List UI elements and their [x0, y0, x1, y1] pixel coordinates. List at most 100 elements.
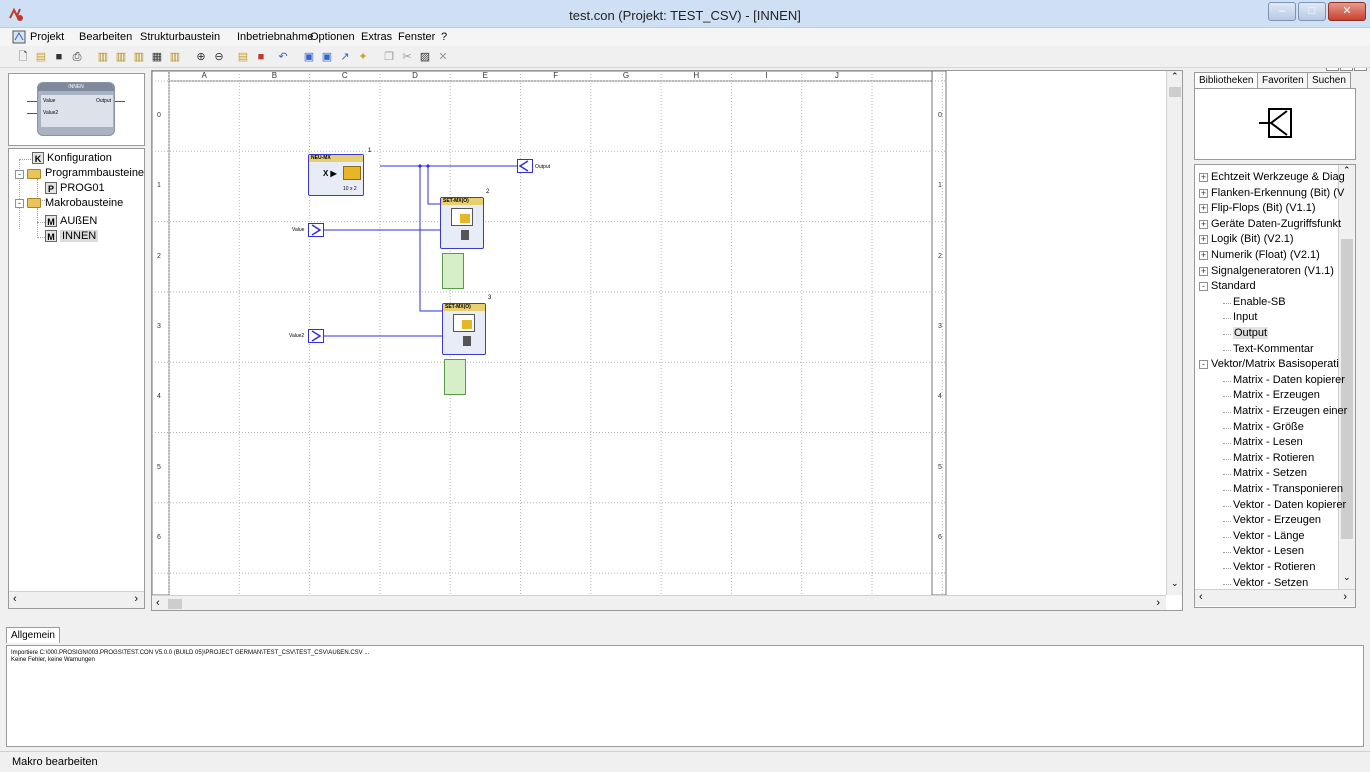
library-item[interactable]: + Geräte Daten-Zugriffsfunkt — [1199, 218, 1341, 230]
expand-icon[interactable]: + — [1199, 173, 1208, 182]
library-horizontal-scrollbar[interactable]: ‹ › — [1195, 589, 1355, 606]
collapse-programmbausteine-icon[interactable]: - — [15, 170, 24, 179]
open-folder-icon[interactable]: ▤ — [34, 50, 48, 64]
block-tool-2-icon[interactable]: ▥ — [114, 50, 128, 64]
maximize-button[interactable]: □ — [1298, 2, 1326, 21]
function-block-neu-mx[interactable]: NEU-MX X ▶ 10 x 2 — [308, 154, 364, 196]
expand-icon[interactable]: + — [1199, 251, 1208, 260]
library-item[interactable]: + Flanken-Erkennung (Bit) (V — [1199, 187, 1344, 199]
input-value-icon[interactable] — [308, 223, 324, 237]
menu-projekt[interactable]: Projekt — [30, 31, 64, 43]
collapse-icon[interactable]: - — [1199, 360, 1208, 370]
menu-help[interactable]: ? — [441, 31, 447, 43]
scroll-up-icon[interactable]: ⌃ — [1171, 71, 1179, 82]
scroll-down-icon[interactable]: ⌄ — [1171, 578, 1179, 589]
function-block-set-mx-2[interactable]: SET-MX(O) — [442, 303, 486, 355]
connect-2-icon[interactable]: ▣ — [320, 50, 334, 64]
connect-4-icon[interactable]: ✦ — [356, 50, 370, 64]
library-item[interactable]: + Echtzeit Werkzeuge & Diag — [1199, 171, 1345, 183]
library-item[interactable]: Output — [1223, 327, 1269, 339]
collapse-makrobausteine-icon[interactable]: - — [15, 199, 24, 208]
library-item[interactable]: Input — [1223, 311, 1257, 323]
library-item[interactable]: Enable-SB — [1223, 296, 1286, 308]
expand-icon[interactable]: + — [1199, 266, 1208, 276]
connect-1-icon[interactable]: ▣ — [302, 50, 316, 64]
expand-icon[interactable]: + — [1199, 219, 1208, 229]
block-tool-4-icon[interactable]: ▦ — [150, 50, 164, 64]
zoom-in-icon[interactable]: ⊕ — [194, 50, 208, 64]
tree-item-programmbausteine[interactable]: Programmbausteine — [45, 167, 144, 179]
menu-fenster[interactable]: Fenster — [398, 31, 435, 43]
library-icon[interactable]: ▤ — [236, 50, 250, 64]
function-block-set-mx-1[interactable]: SET-MX(O) — [440, 197, 484, 249]
scroll-left-icon[interactable]: ‹ — [1199, 591, 1203, 603]
library-item[interactable]: Vektor - Daten kopierer — [1223, 499, 1346, 511]
tab-bibliotheken[interactable]: Bibliotheken — [1194, 72, 1259, 88]
library-item[interactable]: Matrix - Größe — [1223, 421, 1304, 433]
expand-icon[interactable]: + — [1199, 235, 1208, 245]
scroll-right-icon[interactable]: › — [1343, 591, 1347, 603]
new-file-icon[interactable]: 🗋 — [16, 50, 30, 64]
save-icon[interactable]: ■ — [52, 50, 66, 64]
scroll-right-icon[interactable]: › — [1156, 597, 1160, 609]
library-item[interactable]: Vektor - Lesen — [1223, 545, 1304, 557]
connect-3-icon[interactable]: ↗ — [338, 50, 352, 64]
paste-icon[interactable]: ▨ — [418, 50, 432, 64]
tree-item-prog01[interactable]: PROG01 — [60, 182, 105, 194]
tree-item-aussen[interactable]: AUßEN — [60, 215, 97, 227]
library-item[interactable]: + Numerik (Float) (V2.1) — [1199, 249, 1320, 261]
copy-icon[interactable]: ❐ — [382, 50, 396, 64]
menu-extras[interactable]: Extras — [361, 31, 392, 43]
library-item[interactable]: Matrix - Transponieren — [1223, 483, 1343, 495]
tree-item-makrobausteine[interactable]: Makrobausteine — [45, 197, 123, 209]
library-item[interactable]: Matrix - Daten kopierer — [1223, 374, 1345, 386]
library-item[interactable]: - Standard — [1199, 280, 1256, 292]
scroll-left-icon[interactable]: ‹ — [156, 597, 160, 609]
menu-bearbeiten[interactable]: Bearbeiten — [79, 31, 132, 43]
tree-item-konfiguration[interactable]: Konfiguration — [47, 152, 112, 164]
minimize-button[interactable]: – — [1268, 2, 1296, 21]
library-item[interactable]: + Flip-Flops (Bit) (V1.1) — [1199, 202, 1316, 214]
library-item[interactable]: Vektor - Setzen — [1223, 577, 1308, 589]
block-tool-5-icon[interactable]: ▥ — [168, 50, 182, 64]
stop-icon[interactable]: ■ — [254, 50, 268, 64]
print-icon[interactable]: ⎙ — [70, 50, 84, 64]
library-item[interactable]: Matrix - Rotieren — [1223, 452, 1314, 464]
library-item[interactable]: - Vektor/Matrix Basisoperati — [1199, 358, 1339, 370]
library-item[interactable]: Matrix - Erzeugen einer — [1223, 405, 1347, 417]
tree-item-innen[interactable]: INNEN — [60, 230, 99, 242]
tree-horizontal-scrollbar[interactable]: ‹ › — [9, 591, 144, 608]
expand-icon[interactable]: + — [1199, 204, 1208, 214]
close-button[interactable]: ✕ — [1328, 2, 1366, 21]
scroll-right-icon[interactable]: › — [134, 593, 138, 605]
output-icon[interactable] — [517, 159, 533, 173]
library-item[interactable]: + Logik (Bit) (V2.1) — [1199, 233, 1294, 245]
scroll-down-icon[interactable]: ⌄ — [1343, 572, 1351, 583]
library-item[interactable]: + Signalgeneratoren (V1.1) — [1199, 265, 1334, 277]
editor-vertical-scrollbar[interactable]: ⌃ ⌄ — [1166, 71, 1182, 595]
block-tool-3-icon[interactable]: ▥ — [132, 50, 146, 64]
menu-strukturbaustein[interactable]: Strukturbaustein — [140, 31, 220, 43]
library-item[interactable]: Matrix - Erzeugen — [1223, 389, 1320, 401]
block-tool-1-icon[interactable]: ▥ — [96, 50, 110, 64]
cut-icon[interactable]: ✂ — [400, 50, 414, 64]
menu-inbetriebnahme[interactable]: Inbetriebnahme — [237, 31, 313, 43]
editor-canvas[interactable]: ABCDEFGHIJ 00112233445566 NEU-MX X ▶ 10 … — [151, 70, 1183, 611]
library-item[interactable]: Matrix - Setzen — [1223, 467, 1307, 479]
scroll-thumb[interactable] — [1169, 87, 1181, 97]
library-item[interactable]: Vektor - Erzeugen — [1223, 514, 1321, 526]
menu-optionen[interactable]: Optionen — [310, 31, 355, 43]
scroll-thumb[interactable] — [168, 599, 182, 609]
library-item[interactable]: Vektor - Rotieren — [1223, 561, 1316, 573]
tab-favoriten[interactable]: Favoriten — [1257, 72, 1309, 88]
undo-icon[interactable]: ↶ — [276, 50, 290, 64]
scroll-left-icon[interactable]: ‹ — [13, 593, 17, 605]
collapse-icon[interactable]: - — [1199, 282, 1208, 292]
library-item[interactable]: Matrix - Lesen — [1223, 436, 1303, 448]
library-item[interactable]: Text-Kommentar — [1223, 343, 1314, 355]
library-item[interactable]: Vektor - Länge — [1223, 530, 1305, 542]
tab-allgemein[interactable]: Allgemein — [6, 627, 60, 643]
editor-horizontal-scrollbar[interactable]: ‹ › — [152, 595, 1166, 610]
expand-icon[interactable]: + — [1199, 188, 1208, 198]
input-value2-icon[interactable] — [308, 329, 324, 343]
